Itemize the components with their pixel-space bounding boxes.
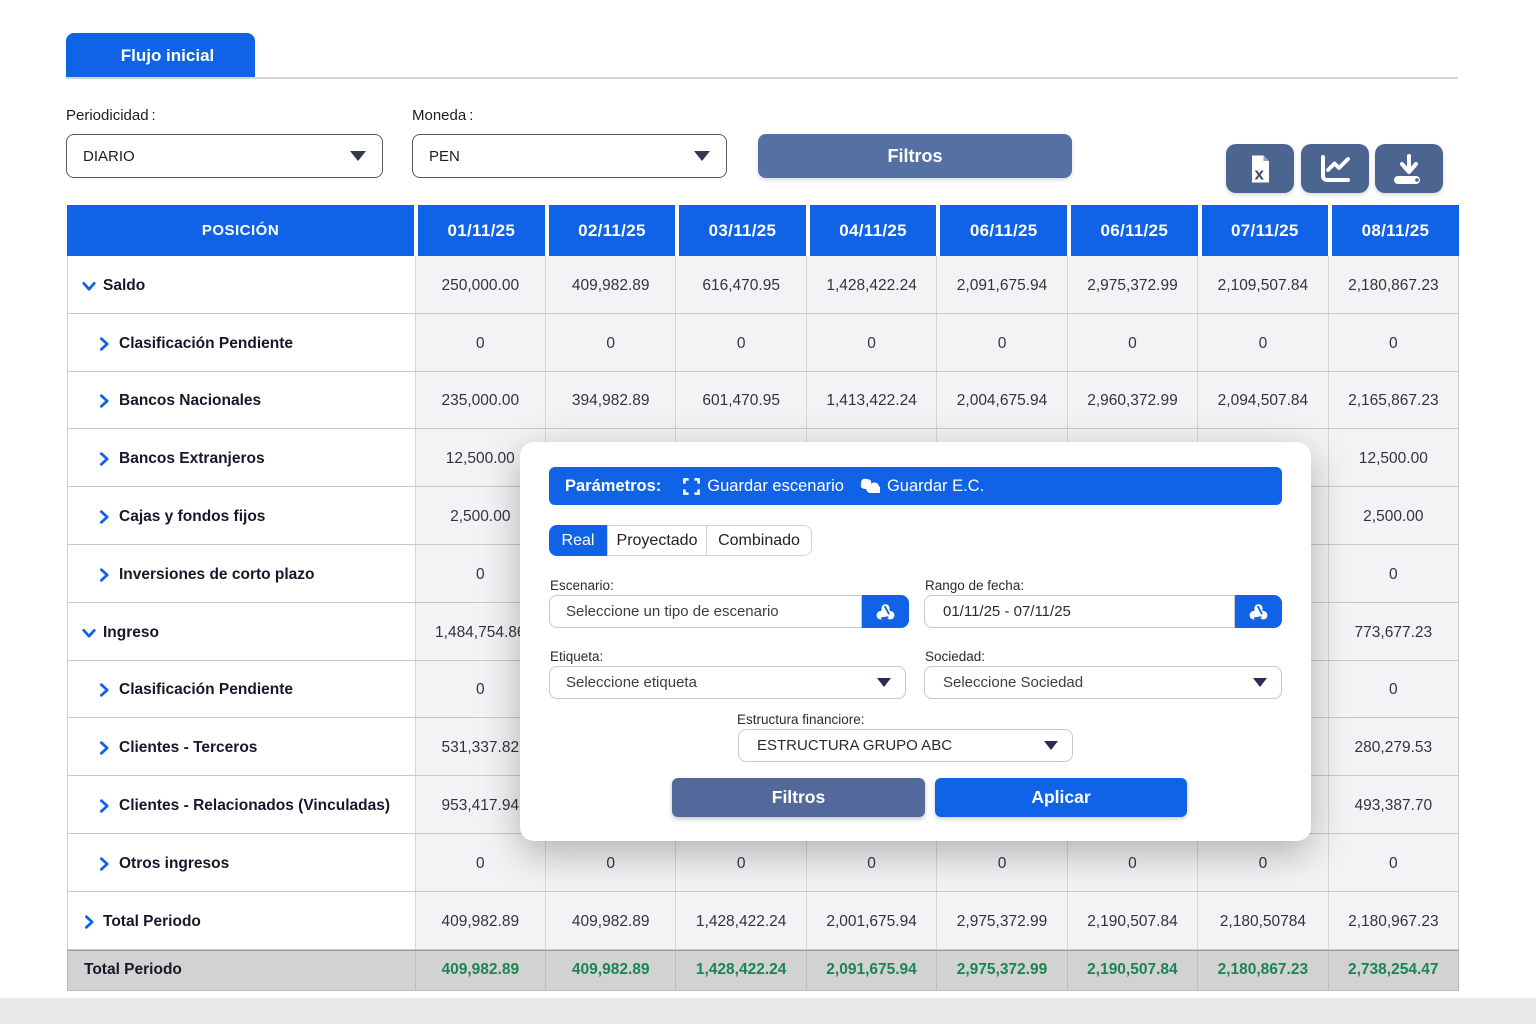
svg-text:x: x [1254,164,1264,183]
